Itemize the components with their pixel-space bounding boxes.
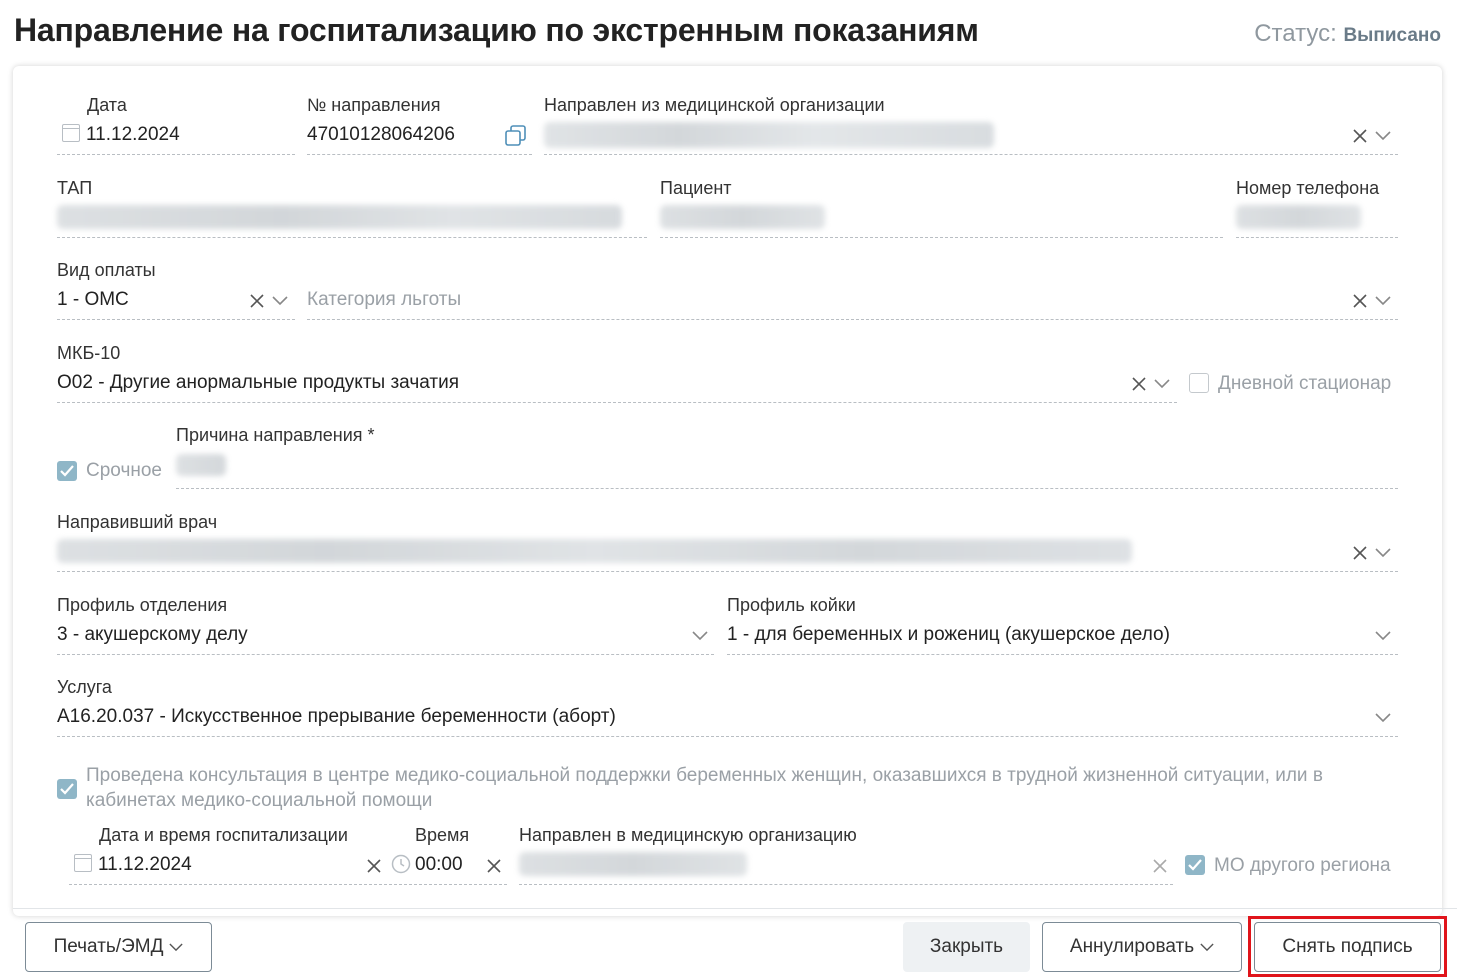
service-label: Услуга — [57, 677, 112, 697]
phone-label: Номер телефона — [1236, 178, 1380, 198]
check-icon — [60, 465, 74, 477]
status: Статус: Выписано — [1254, 20, 1441, 48]
clear-icon[interactable] — [486, 858, 502, 874]
print-button-label: Печать/ЭМД — [53, 936, 164, 957]
clear-icon[interactable] — [1352, 293, 1368, 309]
doctor-underline — [57, 571, 1398, 572]
urgent-checkbox[interactable] — [57, 461, 77, 481]
clear-icon[interactable] — [1152, 858, 1168, 874]
chevron-down-icon[interactable] — [692, 631, 708, 641]
service-field[interactable]: A16.20.037 - Искусственное прерывание бе… — [57, 706, 616, 728]
chevron-down-icon — [1200, 943, 1214, 951]
clock-icon[interactable] — [391, 854, 411, 874]
referral-number-field[interactable]: 47010128064206 — [307, 124, 455, 146]
service-underline — [57, 736, 1398, 737]
mkb-field[interactable]: O02 - Другие анормальные продукты зачати… — [57, 372, 459, 394]
chevron-down-icon[interactable] — [1375, 548, 1391, 558]
annul-button[interactable]: Аннулировать — [1042, 922, 1242, 972]
chevron-down-icon[interactable] — [1375, 631, 1391, 641]
dept-profile-field[interactable]: 3 - акушерскому делу — [57, 624, 248, 646]
hosp-date-underline — [69, 884, 387, 885]
consultation-label-line2: кабинетах медико-социальной помощи — [86, 790, 433, 811]
from-org-underline — [544, 154, 1398, 155]
bed-profile-label: Профиль койки — [727, 595, 856, 615]
print-button[interactable]: Печать/ЭМД — [25, 922, 212, 972]
chevron-down-icon[interactable] — [1375, 296, 1391, 306]
reason-value-redacted[interactable] — [176, 454, 226, 476]
to-org-underline — [519, 884, 1173, 885]
hosp-time-label: Время — [415, 825, 470, 845]
to-org-value-redacted[interactable] — [519, 852, 747, 876]
clear-icon[interactable] — [366, 858, 382, 874]
doctor-label: Направивший врач — [57, 512, 218, 532]
calendar-icon[interactable] — [74, 854, 92, 872]
status-label: Статус: — [1254, 20, 1337, 47]
bed-profile-underline — [727, 654, 1398, 655]
tap-value-redacted[interactable] — [57, 205, 622, 229]
reason-label: Причина направления * — [176, 425, 375, 445]
hosp-time-field[interactable]: 00:00 — [415, 854, 463, 876]
benefit-field[interactable]: Категория льготы — [307, 289, 461, 311]
chevron-down-icon[interactable] — [1154, 379, 1170, 389]
clear-icon[interactable] — [1131, 376, 1147, 392]
close-button-label: Закрыть — [929, 936, 1004, 957]
payment-field[interactable]: 1 - ОМС — [57, 289, 129, 311]
check-icon — [60, 783, 74, 795]
chevron-down-icon[interactable] — [1375, 131, 1391, 141]
payment-label: Вид оплаты — [57, 260, 156, 280]
chevron-down-icon[interactable] — [272, 296, 288, 306]
chevron-down-icon — [169, 943, 184, 951]
patient-value-redacted — [660, 205, 825, 229]
tap-underline — [57, 237, 647, 238]
patient-underline — [660, 237, 1223, 238]
consultation-label-line1: Проведена консультация в центре медико-с… — [86, 765, 1323, 786]
date-field[interactable]: 11.12.2024 — [86, 124, 180, 146]
tap-label: ТАП — [57, 178, 93, 198]
benefit-underline — [307, 319, 1398, 320]
dept-profile-underline — [57, 654, 714, 655]
date-underline — [57, 154, 295, 155]
from-org-value-redacted[interactable] — [544, 122, 994, 148]
status-value: Выписано — [1343, 25, 1441, 46]
unsign-button[interactable]: Снять подпись — [1254, 922, 1441, 972]
urgent-label: Срочное — [86, 460, 162, 481]
patient-label: Пациент — [660, 178, 732, 198]
day-hospital-checkbox[interactable] — [1189, 373, 1209, 393]
annul-button-label: Аннулировать — [1069, 936, 1195, 957]
dept-profile-label: Профиль отделения — [57, 595, 228, 615]
close-button[interactable]: Закрыть — [903, 922, 1030, 972]
doctor-value-redacted[interactable] — [57, 539, 1132, 563]
phone-underline — [1236, 237, 1398, 238]
clear-icon[interactable] — [249, 293, 265, 309]
hosp-time-underline — [389, 884, 507, 885]
chevron-down-icon[interactable] — [1375, 713, 1391, 723]
footer-divider — [13, 908, 1457, 909]
hosp-date-label: Дата и время госпитализации — [99, 825, 348, 845]
payment-underline — [57, 319, 295, 320]
mkb-label: МКБ-10 — [57, 343, 121, 363]
consultation-checkbox[interactable] — [57, 779, 77, 799]
other-region-label: МО другого региона — [1214, 855, 1391, 876]
calendar-icon[interactable] — [62, 124, 80, 142]
to-org-label: Направлен в медицинскую организацию — [519, 825, 857, 845]
reason-underline — [176, 488, 1398, 489]
unsign-button-label: Снять подпись — [1282, 936, 1413, 957]
day-hospital-label: Дневной стационар — [1218, 373, 1392, 394]
clear-icon[interactable] — [1352, 128, 1368, 144]
clear-icon[interactable] — [1352, 545, 1368, 561]
page-title: Направление на госпитализацию по экстрен… — [14, 12, 979, 48]
mkb-underline — [57, 402, 1177, 403]
referral-number-label: № направления — [307, 95, 441, 115]
from-org-label: Направлен из медицинской организации — [544, 95, 885, 115]
check-icon — [1188, 859, 1202, 871]
hosp-date-field[interactable]: 11.12.2024 — [98, 854, 192, 876]
phone-value-redacted — [1236, 205, 1361, 229]
bed-profile-field[interactable]: 1 - для беременных и рожениц (акушерское… — [727, 624, 1170, 646]
date-label: Дата — [87, 95, 127, 115]
other-region-checkbox[interactable] — [1185, 855, 1205, 875]
copy-icon[interactable] — [505, 125, 527, 147]
referral-number-underline — [307, 154, 532, 155]
